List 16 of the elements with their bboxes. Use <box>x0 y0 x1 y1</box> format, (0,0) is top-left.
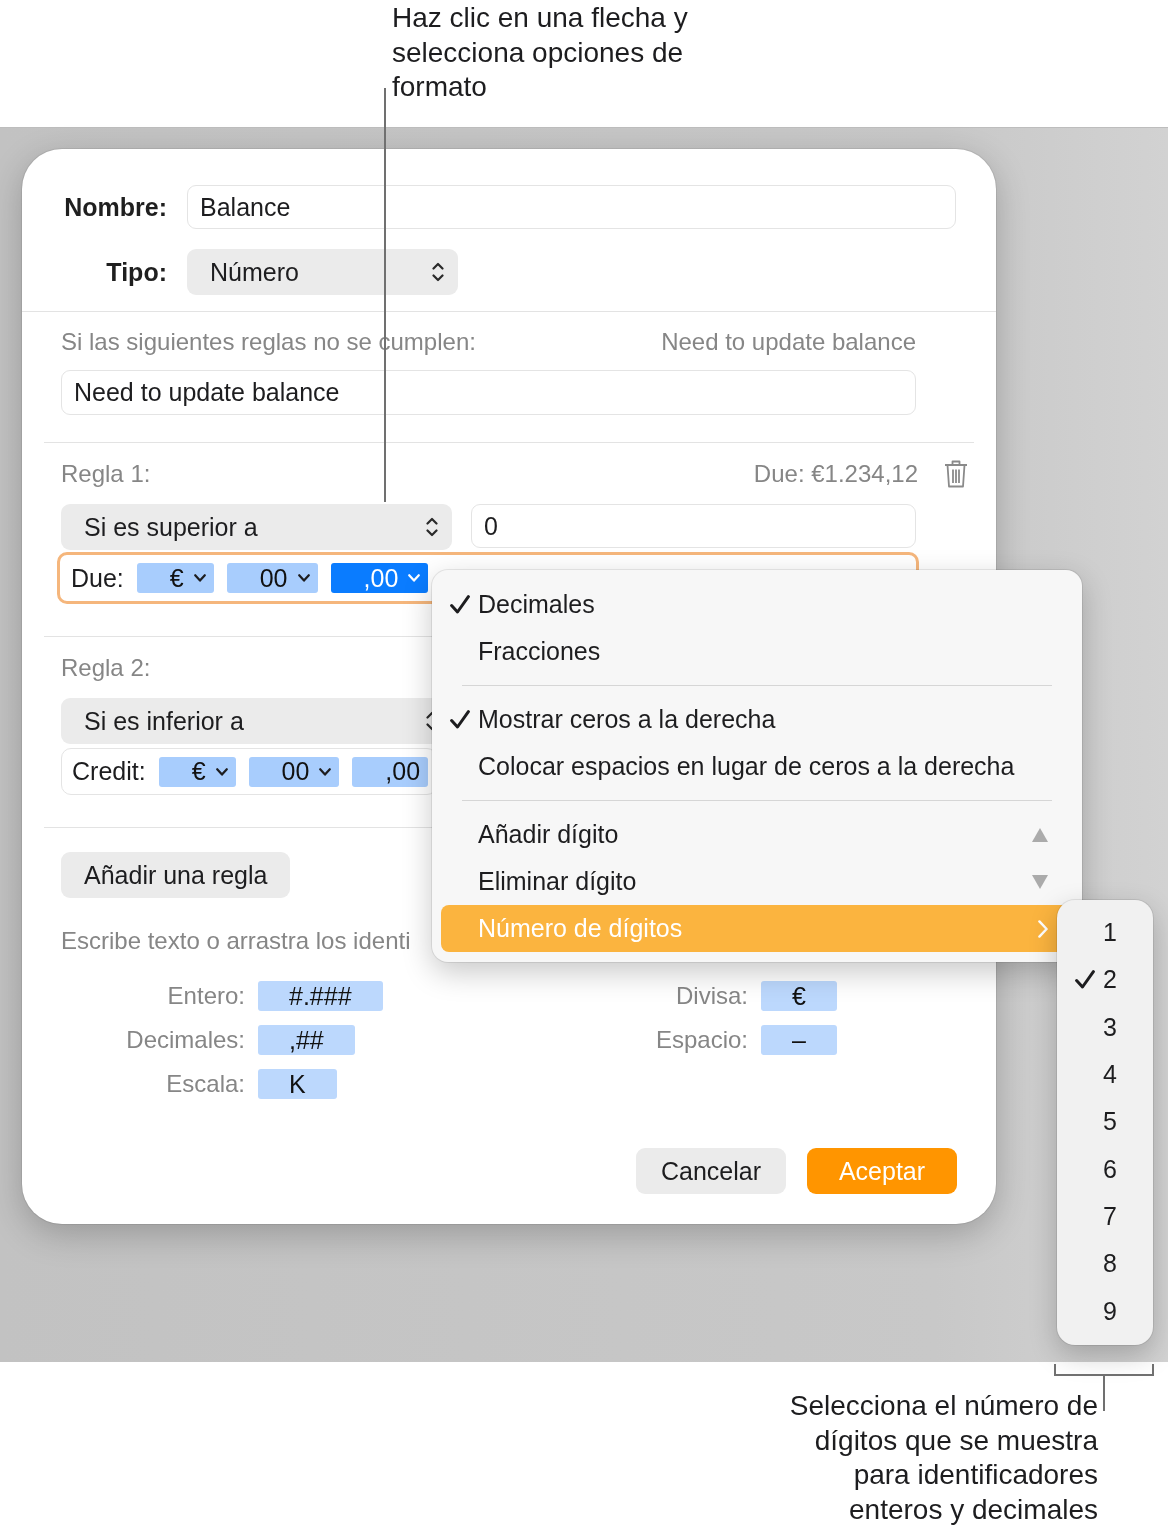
field-label: Tipo: <box>106 257 167 287</box>
format-label: Credit: <box>72 757 146 786</box>
hint-text: Escribe texto o arrastra los identi <box>61 929 411 953</box>
rule-label: Regla 2: <box>61 654 151 682</box>
identifier-label: Divisa: <box>676 982 748 1010</box>
format-label: Due: <box>71 563 124 593</box>
identifier-label: Decimales: <box>126 1026 245 1054</box>
field-label: Nombre: <box>64 192 167 222</box>
rule-label: Regla 1: <box>61 460 151 488</box>
identifier-label: Entero: <box>167 982 245 1010</box>
callout-text: Haz clic en una flecha y selecciona opciones de formato <box>392 1 689 104</box>
identifier-label: Escala: <box>166 1070 245 1098</box>
callout-text: Selecciona el número de dígitos que se muestra para identificadores enteros y decimales <box>788 1389 1098 1527</box>
identifier-label: Espacio: <box>655 1026 748 1054</box>
message-preview: Need to update balance <box>661 328 916 356</box>
rule-preview: Due: €1.234,12 <box>753 460 918 488</box>
